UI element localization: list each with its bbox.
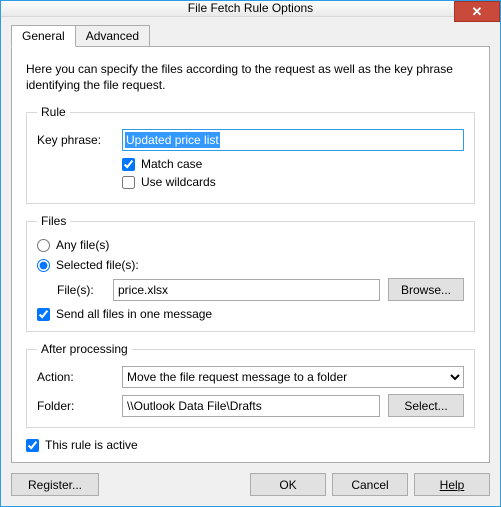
use-wildcards-checkbox[interactable]: [122, 176, 135, 189]
group-rule-legend: Rule: [37, 105, 70, 119]
selected-files-radio[interactable]: [37, 259, 50, 272]
folder-label: Folder:: [37, 399, 122, 413]
use-wildcards-label: Use wildcards: [141, 175, 216, 189]
rule-active-label: This rule is active: [45, 438, 138, 452]
group-files: Files Any file(s) Selected file(s): File…: [26, 214, 475, 332]
key-phrase-input[interactable]: Updated price list: [122, 129, 464, 151]
group-rule: Rule Key phrase: Updated price list Matc…: [26, 105, 475, 204]
key-phrase-value: Updated price list: [125, 132, 220, 148]
browse-button[interactable]: Browse...: [388, 278, 464, 301]
register-button[interactable]: Register...: [11, 473, 99, 496]
match-case-label: Match case: [141, 157, 202, 171]
group-after: After processing Action: Move the file r…: [26, 342, 475, 428]
match-case-checkbox[interactable]: [122, 158, 135, 171]
tab-advanced[interactable]: Advanced: [75, 25, 150, 46]
ok-button[interactable]: OK: [250, 473, 326, 496]
files-label: File(s):: [57, 283, 113, 297]
dialog-window: File Fetch Rule Options ✕ General Advanc…: [0, 0, 501, 507]
window-title: File Fetch Rule Options: [188, 1, 313, 15]
folder-input[interactable]: [122, 395, 380, 417]
key-phrase-label: Key phrase:: [37, 133, 122, 147]
group-after-legend: After processing: [37, 342, 132, 356]
help-button[interactable]: Help: [414, 473, 490, 496]
titlebar: File Fetch Rule Options ✕: [1, 1, 500, 17]
action-label: Action:: [37, 370, 122, 384]
any-files-radio[interactable]: [37, 239, 50, 252]
group-files-legend: Files: [37, 214, 70, 228]
rule-active-checkbox[interactable]: [26, 439, 39, 452]
select-folder-button[interactable]: Select...: [388, 394, 464, 417]
close-button[interactable]: ✕: [454, 1, 500, 22]
files-input[interactable]: [113, 279, 380, 301]
cancel-button[interactable]: Cancel: [332, 473, 408, 496]
tab-general[interactable]: General: [11, 25, 76, 47]
send-all-checkbox[interactable]: [37, 308, 50, 321]
intro-text: Here you can specify the files according…: [26, 61, 475, 93]
any-files-label: Any file(s): [56, 238, 109, 252]
send-all-label: Send all files in one message: [56, 307, 212, 321]
selected-files-label: Selected file(s):: [56, 258, 139, 272]
client-area: General Advanced Here you can specify th…: [1, 17, 500, 506]
dialog-footer: Register... OK Cancel Help: [11, 463, 490, 496]
tabstrip: General Advanced: [11, 25, 490, 46]
action-select[interactable]: Move the file request message to a folde…: [122, 366, 464, 388]
close-icon: ✕: [472, 4, 483, 20]
tab-panel-general: Here you can specify the files according…: [11, 46, 490, 463]
